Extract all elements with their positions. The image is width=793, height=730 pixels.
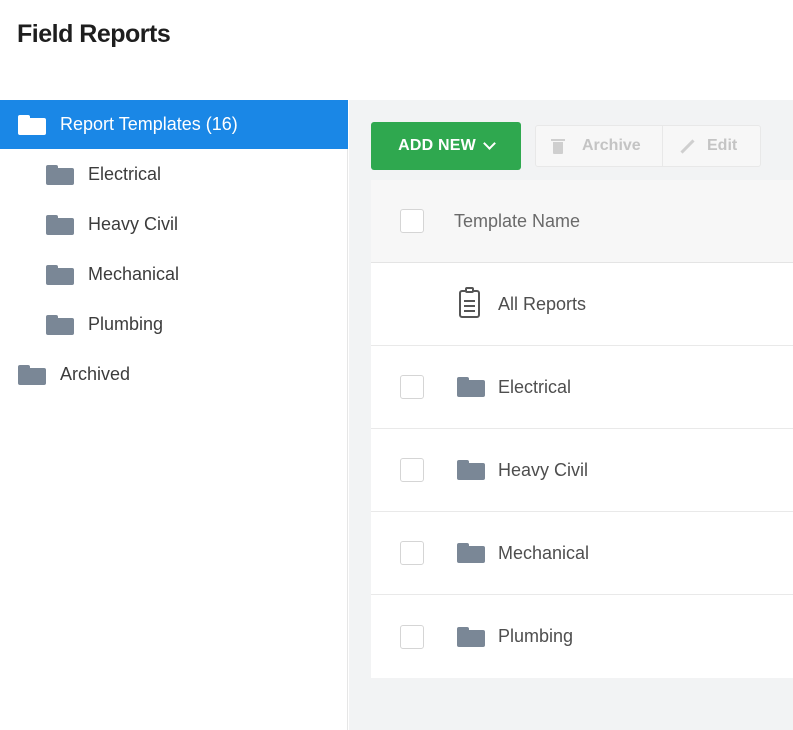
folder-icon (46, 314, 74, 335)
table-header-row: Template Name (371, 180, 793, 263)
row-label[interactable]: Mechanical (498, 543, 589, 564)
folder-icon (457, 543, 485, 563)
sidebar-item-mechanical[interactable]: Mechanical (0, 250, 348, 299)
sidebar: Report Templates (16) Electrical Heavy C… (0, 100, 348, 730)
sidebar-item-report-templates[interactable]: Report Templates (16) (0, 100, 348, 149)
folder-icon (46, 264, 74, 285)
row-label[interactable]: Plumbing (498, 626, 573, 647)
archive-button[interactable]: Archive (535, 125, 663, 167)
folder-icon (18, 364, 46, 385)
folder-icon (46, 164, 74, 185)
table-row[interactable]: Plumbing (371, 595, 793, 678)
toolbar: ADD NEW Archive Edit (371, 122, 761, 170)
page-header: Field Reports (0, 0, 793, 100)
add-new-label: ADD NEW (398, 137, 476, 154)
page-title: Field Reports (17, 20, 171, 48)
sidebar-item-label: Archived (60, 364, 131, 384)
pencil-icon (679, 138, 695, 154)
folder-icon (457, 460, 485, 480)
templates-table: Template Name All Reports Electrical Hea… (371, 180, 793, 678)
add-new-button[interactable]: ADD NEW (371, 122, 521, 170)
main-panel: ADD NEW Archive Edit Template Name All R… (349, 100, 793, 730)
row-checkbox[interactable] (400, 375, 424, 399)
folder-icon (457, 626, 485, 647)
sidebar-item-heavy-civil[interactable]: Heavy Civil (0, 200, 348, 249)
row-label[interactable]: All Reports (498, 294, 586, 315)
sidebar-item-plumbing[interactable]: Plumbing (0, 300, 348, 349)
edit-label: Edit (707, 137, 738, 154)
sidebar-item-archived[interactable]: Archived (0, 350, 348, 399)
row-checkbox[interactable] (400, 541, 424, 565)
row-label[interactable]: Electrical (498, 377, 571, 398)
sidebar-item-electrical[interactable]: Electrical (0, 150, 348, 199)
row-checkbox[interactable] (400, 624, 424, 649)
clipboard-icon (459, 287, 480, 318)
row-label[interactable]: Heavy Civil (498, 460, 588, 481)
table-row[interactable]: Heavy Civil (371, 429, 793, 512)
trash-icon (551, 138, 565, 154)
select-all-checkbox[interactable] (400, 209, 424, 233)
row-checkbox[interactable] (400, 458, 424, 482)
sidebar-item-label: Electrical (88, 164, 162, 184)
column-header-template-name[interactable]: Template Name (454, 211, 580, 232)
table-row[interactable]: Electrical (371, 346, 793, 429)
archive-label: Archive (582, 137, 641, 154)
table-row[interactable]: All Reports (371, 263, 793, 346)
sidebar-item-label: Mechanical (88, 264, 180, 284)
sidebar-item-label: Plumbing (88, 314, 164, 334)
folder-icon (46, 214, 74, 235)
sidebar-item-label: Heavy Civil (88, 214, 179, 234)
chevron-down-icon (483, 136, 496, 150)
table-row[interactable]: Mechanical (371, 512, 793, 595)
folder-icon (457, 377, 485, 397)
sidebar-item-label: Report Templates (16) (60, 114, 238, 134)
folder-icon (18, 114, 46, 135)
edit-button[interactable]: Edit (663, 125, 761, 167)
